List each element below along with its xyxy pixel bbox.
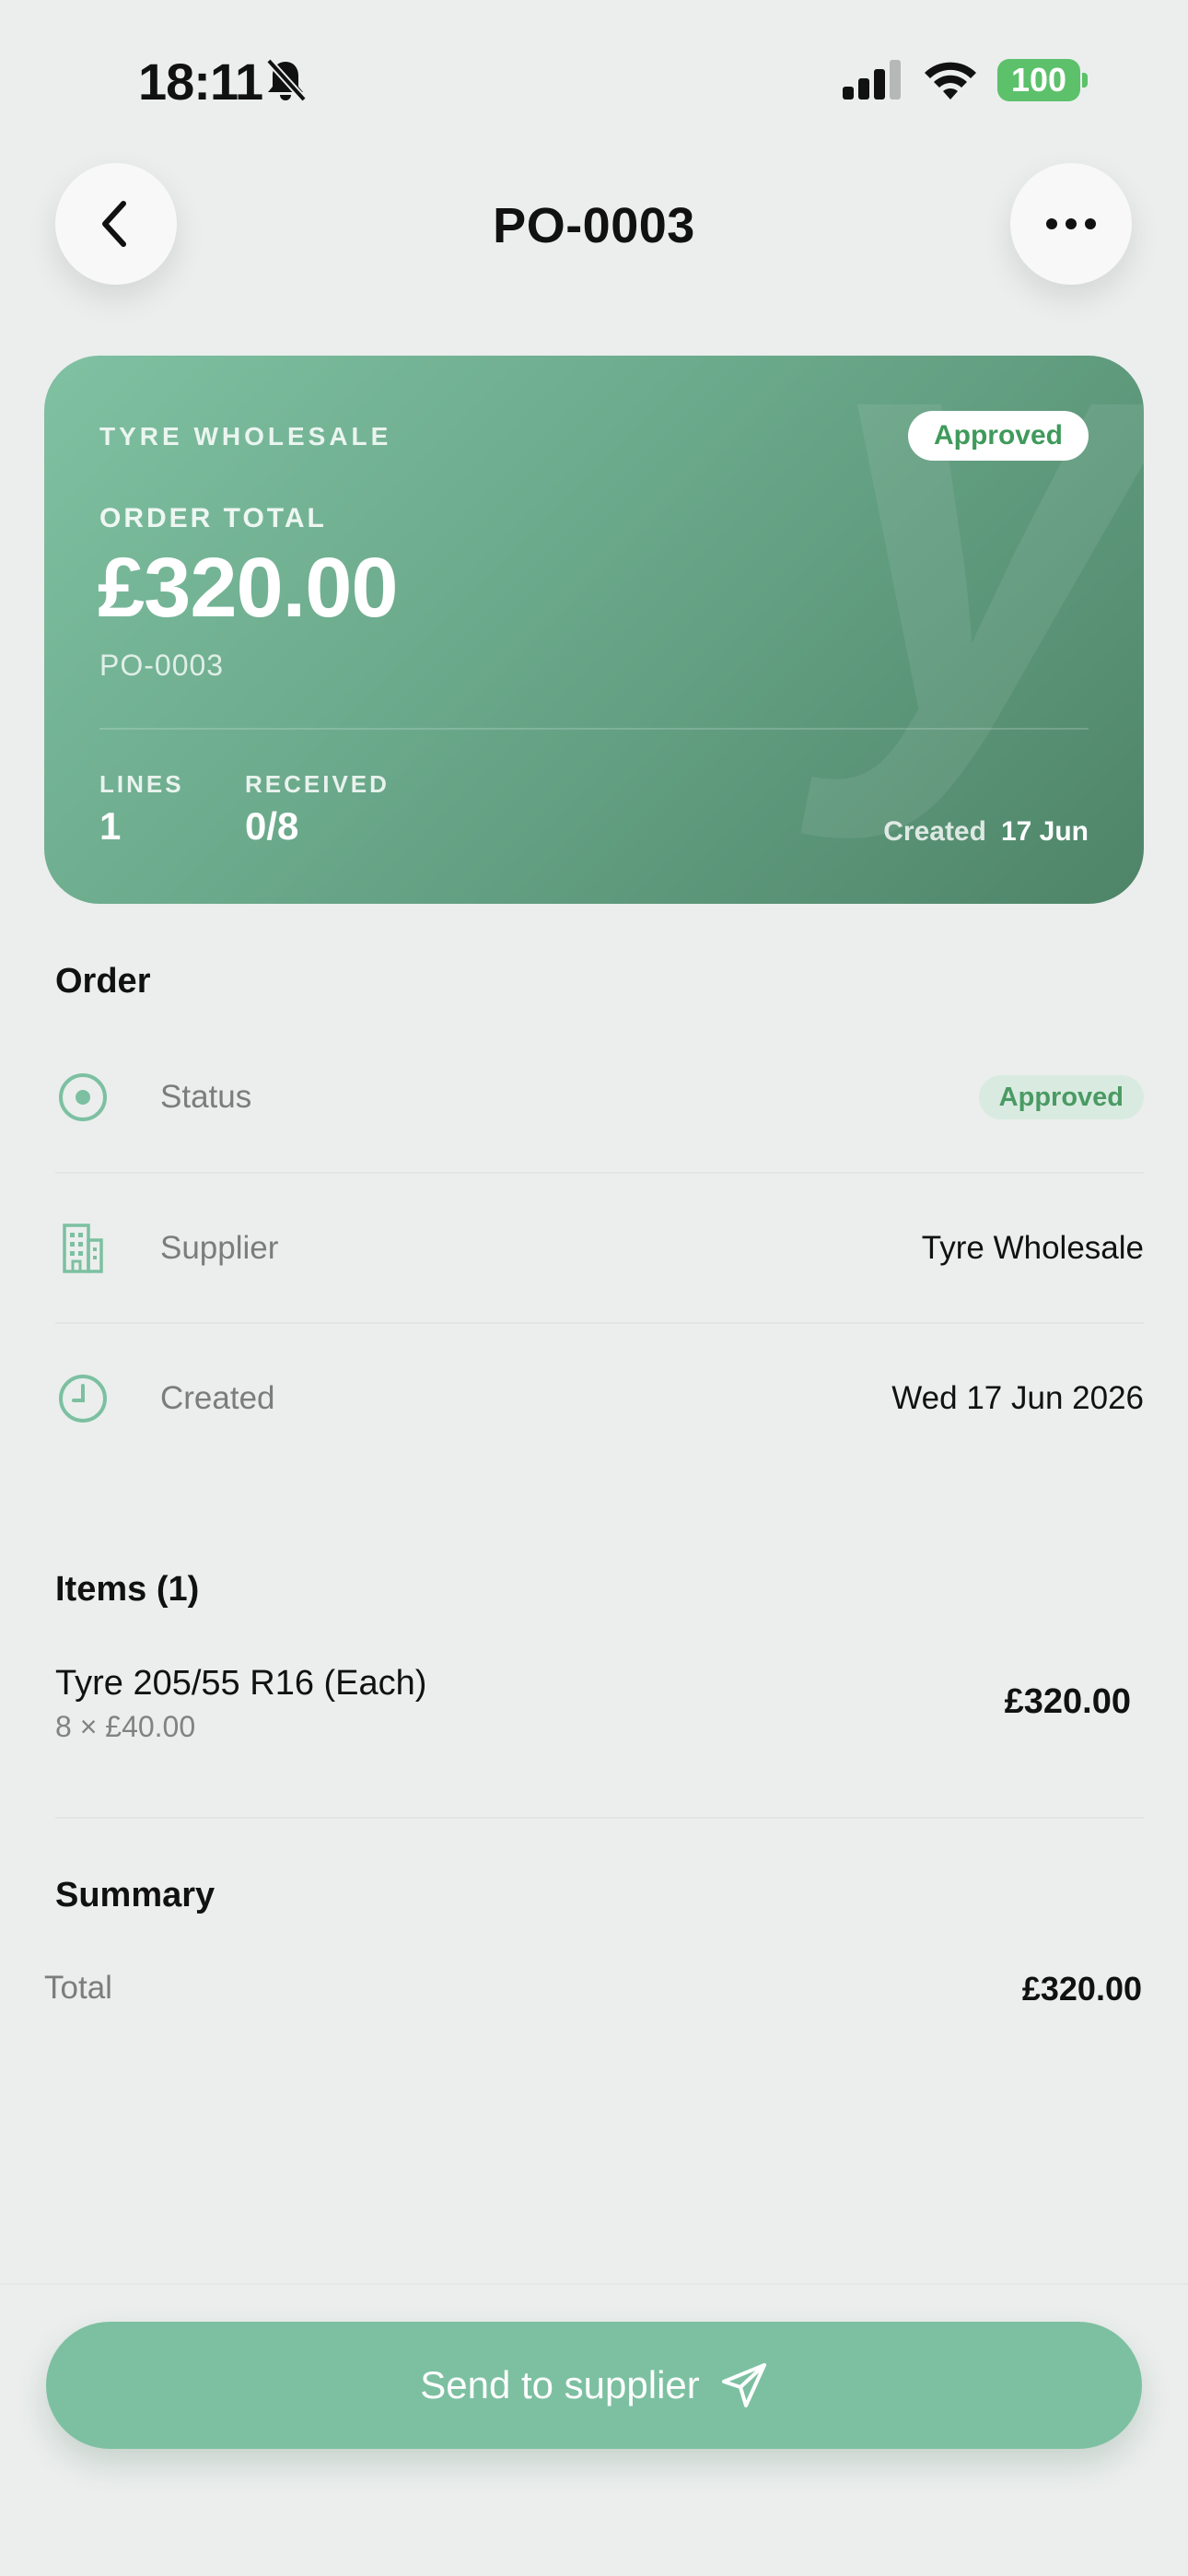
card-status-badge: Approved — [907, 411, 1089, 461]
lines-value: 1 — [99, 804, 122, 848]
cellular-signal-icon — [843, 60, 901, 100]
card-divider — [99, 728, 1089, 730]
lines-label: LINES — [99, 770, 184, 798]
card-created: Created 17 Jun — [883, 816, 1089, 848]
created-value: Wed 17 Jun 2026 — [891, 1380, 1144, 1416]
summary-total-value: £320.00 — [1021, 1970, 1142, 2008]
status-time: 18:11 — [138, 53, 263, 111]
card-po-number: PO-0003 — [99, 649, 225, 682]
status-value-badge: Approved — [978, 1075, 1144, 1119]
created-label: Created — [160, 1380, 275, 1416]
item-quantity: 8 × £40.00 — [55, 1710, 196, 1743]
order-summary-card: y TYRE WHOLESALE Approved ORDER TOTAL £3… — [44, 356, 1144, 904]
supplier-value: Tyre Wholesale — [921, 1230, 1144, 1266]
battery-indicator: 100 — [997, 59, 1080, 101]
battery-tip — [1082, 73, 1088, 88]
order-total-label: ORDER TOTAL — [99, 503, 327, 533]
items-section-title: Items (1) — [55, 1570, 200, 1609]
status-row: Status Approved — [55, 1023, 1144, 1172]
card-created-value: 17 Jun — [1000, 816, 1089, 847]
card-supplier-name: TYRE WHOLESALE — [99, 422, 392, 451]
send-to-supplier-button[interactable]: Send to supplier — [46, 2322, 1142, 2449]
wifi-icon — [925, 62, 976, 100]
order-total-amount: £320.00 — [98, 541, 399, 635]
bottom-separator — [0, 2283, 1188, 2285]
send-button-label: Send to supplier — [420, 2363, 700, 2406]
ellipsis-icon — [1046, 218, 1096, 229]
status-label: Status — [160, 1079, 252, 1115]
item-name: Tyre 205/55 R16 (Each) — [55, 1664, 427, 1703]
card-created-label: Created — [883, 816, 986, 847]
clock-icon — [55, 1371, 111, 1426]
supplier-row[interactable]: Supplier Tyre Wholesale — [55, 1174, 1144, 1323]
status-bar: 18:11 100 — [0, 0, 1188, 157]
summary-section-title: Summary — [55, 1876, 215, 1914]
summary-total-label: Total — [44, 1970, 112, 2006]
items-divider — [55, 1817, 1144, 1819]
created-row: Created Wed 17 Jun 2026 — [55, 1324, 1144, 1473]
bell-off-icon — [266, 58, 307, 102]
received-value: 0/8 — [245, 804, 299, 848]
supplier-label: Supplier — [160, 1230, 279, 1266]
more-options-button[interactable] — [1010, 163, 1132, 285]
status-dot-icon — [55, 1070, 111, 1125]
paper-plane-icon — [721, 2363, 766, 2407]
building-icon — [55, 1221, 111, 1276]
order-section-title: Order — [55, 962, 151, 1001]
item-price: £320.00 — [1004, 1682, 1131, 1721]
purchase-order-screen: 18:11 100 PO-0003 y TYRE WHOLESALE Appro… — [0, 0, 1188, 2576]
received-label: RECEIVED — [245, 770, 390, 798]
